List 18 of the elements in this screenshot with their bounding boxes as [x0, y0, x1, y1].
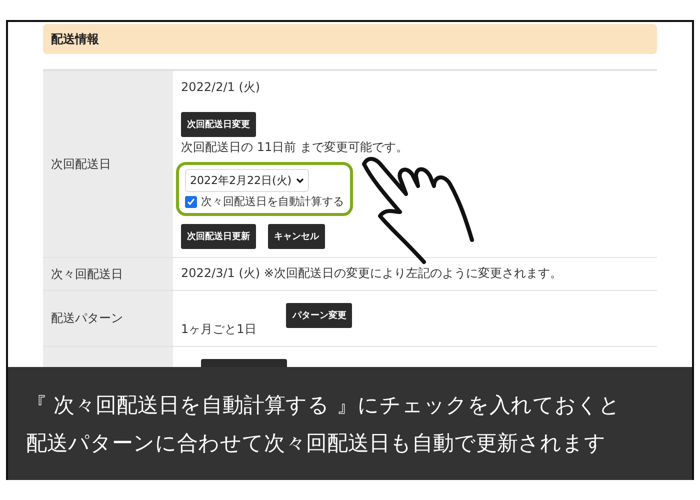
caption-text: 『 次々回配送日を自動計算する 』にチェックを入れておくと: [26, 392, 622, 418]
row-label: 次回配送日: [43, 71, 173, 257]
pattern-button[interactable]: パターン変更: [286, 303, 352, 328]
date-select[interactable]: 2022年2月22日(火): [185, 169, 309, 192]
note-text: 次回配送日の 11日前 まで変更可能です。: [181, 139, 408, 156]
checkbox[interactable]: [185, 196, 197, 208]
update-button[interactable]: 次回配送日更新: [181, 224, 256, 249]
caption-text: 配送パターンに合わせて次々回配送日も自動で更新されます: [26, 430, 607, 456]
change-date-button[interactable]: 次回配送日変更: [181, 112, 256, 137]
cancel-button[interactable]: キャンセル: [268, 224, 325, 249]
chevron-icon: [296, 178, 304, 184]
checkbox-label: 次々回配送日を自動計算する: [201, 194, 344, 209]
pattern-text: 1ヶ月ごと1日: [181, 321, 256, 338]
section-header: 配送情報: [43, 24, 657, 54]
date-text: 2022/3/1 (火) ※次回配送日の変更により左記のように変更されます。: [181, 265, 562, 282]
row-label: 配送パターン: [43, 291, 173, 346]
date-text: 2022/2/1 (火): [181, 79, 260, 96]
row-label: 次々回配送日: [43, 258, 173, 290]
